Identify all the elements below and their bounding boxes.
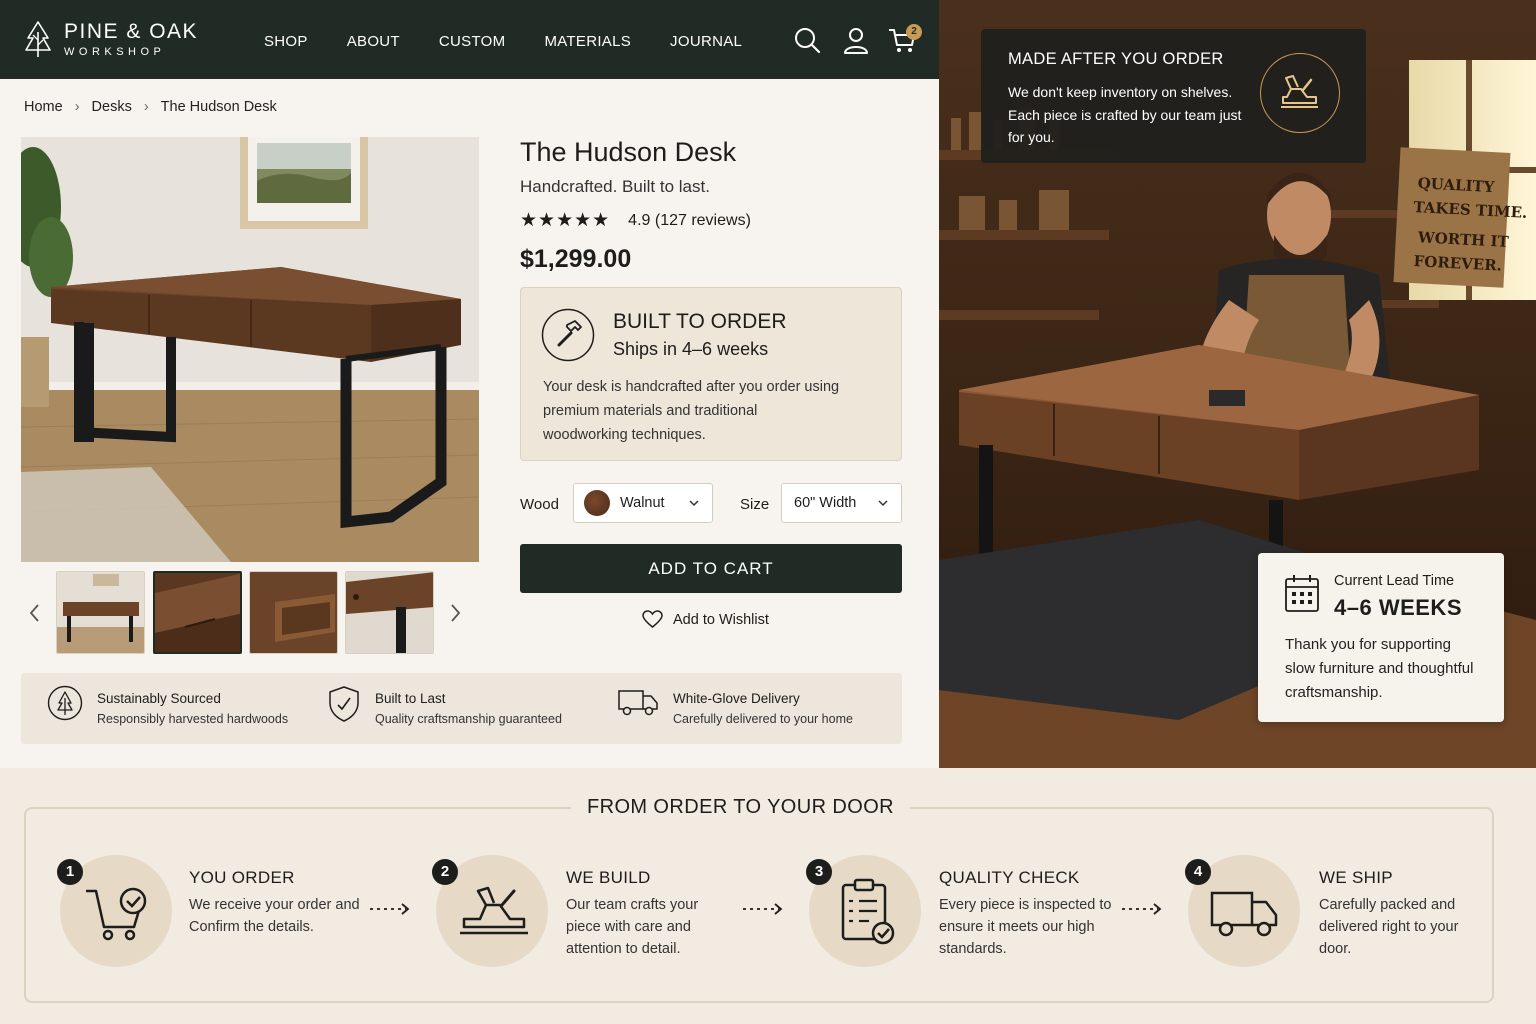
lead-time-message: Thank you for supporting slow furniture … xyxy=(1285,636,1474,701)
add-to-wishlist-link[interactable]: Add to Wishlist xyxy=(642,610,769,629)
chevron-down-icon xyxy=(689,500,699,507)
nav-journal[interactable]: JOURNAL xyxy=(670,33,742,50)
product-price: $1,299.00 xyxy=(520,245,632,273)
brand-name: PINE & OAK xyxy=(64,19,199,43)
made-after-order-card: MADE AFTER YOU ORDER We don't keep inven… xyxy=(981,29,1366,163)
feature-desc: Carefully delivered to your home xyxy=(673,712,853,726)
add-to-cart-button[interactable]: ADD TO CART xyxy=(520,544,902,593)
shield-icon xyxy=(329,686,359,722)
thumbnail-strip xyxy=(21,571,479,655)
step-3-title: QUALITY CHECK xyxy=(939,868,1080,887)
wood-select[interactable]: Walnut xyxy=(573,483,713,523)
breadcrumb-home[interactable]: Home xyxy=(24,99,63,115)
step-1-body: We receive your order and Confirm the de… xyxy=(189,897,360,935)
hand-plane-icon xyxy=(1260,53,1340,133)
star-rating-icon: ★★★★★ xyxy=(520,210,611,231)
dashed-arrow-icon xyxy=(743,903,783,915)
feature-strip: Sustainably Sourced Responsibly harveste… xyxy=(21,673,902,744)
step-4-number: 4 xyxy=(1185,859,1211,885)
size-label: Size xyxy=(740,496,770,513)
rating-text: 4.9 (127 reviews) xyxy=(628,211,751,229)
thumbnail-4[interactable] xyxy=(345,571,434,654)
step-1-number: 1 xyxy=(57,859,83,885)
chevron-down-icon xyxy=(878,500,888,507)
lead-time-label: Current Lead Time xyxy=(1334,573,1455,589)
product-tagline: Handcrafted. Built to last. xyxy=(520,177,710,196)
feature-title: White-Glove Delivery xyxy=(673,691,800,706)
product-section: Home › Desks › The Hudson Desk The Hudso… xyxy=(0,79,939,768)
step-3-number: 3 xyxy=(806,859,832,885)
calendar-icon xyxy=(1285,575,1319,612)
lead-time-card: Current Lead Time 4–6 WEEKS Thank you fo… xyxy=(1258,553,1504,722)
nav-materials[interactable]: MATERIALS xyxy=(544,33,631,50)
built-to-order-title: BUILT TO ORDER xyxy=(613,310,787,333)
ships-in-text: Ships in 4–6 weeks xyxy=(613,339,769,359)
step-2-title: WE BUILD xyxy=(566,868,651,887)
made-after-order-title: MADE AFTER YOU ORDER xyxy=(1008,50,1224,68)
brand-logo[interactable]: PINE & OAK WORKSHOP xyxy=(24,20,198,58)
desk-photo-illustration xyxy=(21,137,479,562)
size-select-value: 60" Width xyxy=(794,495,857,511)
nav-custom[interactable]: CUSTOM xyxy=(439,33,506,50)
feature-built-to-last: Built to Last Quality craftsmanship guar… xyxy=(327,685,562,726)
feature-title: Sustainably Sourced xyxy=(97,691,221,706)
heart-icon xyxy=(642,610,663,628)
lead-time-value: 4–6 WEEKS xyxy=(1334,595,1462,620)
main-nav: SHOP ABOUT CUSTOM MATERIALS JOURNAL xyxy=(264,33,742,50)
made-after-order-body: We don't keep inventory on shelves. Each… xyxy=(1008,84,1242,145)
size-select[interactable]: 60" Width xyxy=(781,483,902,523)
delivery-truck-icon xyxy=(618,690,658,716)
feature-desc: Quality craftsmanship guaranteed xyxy=(375,712,562,726)
step-4-body: Carefully packed and delivered right to … xyxy=(1319,897,1459,957)
breadcrumb-current: The Hudson Desk xyxy=(160,99,277,115)
thumbnail-1[interactable] xyxy=(56,571,145,654)
built-to-order-card: BUILT TO ORDER Ships in 4–6 weeks Your d… xyxy=(520,287,902,461)
process-title: FROM ORDER TO YOUR DOOR xyxy=(571,796,911,819)
account-icon[interactable] xyxy=(842,26,870,54)
product-main-image[interactable] xyxy=(21,137,479,562)
feature-delivery: White-Glove Delivery Carefully delivered… xyxy=(617,685,853,726)
nav-about[interactable]: ABOUT xyxy=(347,33,400,50)
step-2-number: 2 xyxy=(432,859,458,885)
brand-subtitle: WORKSHOP xyxy=(64,45,166,58)
wood-label: Wood xyxy=(520,496,559,513)
feature-desc: Responsibly harvested hardwoods xyxy=(97,712,289,726)
cart-count-badge: 2 xyxy=(906,24,922,40)
breadcrumb: Home › Desks › The Hudson Desk xyxy=(24,99,277,115)
chevron-left-icon[interactable] xyxy=(25,601,45,625)
site-header: PINE & OAK WORKSHOP SHOP ABOUT CUSTOM MA… xyxy=(0,0,939,79)
dashed-arrow-icon xyxy=(370,903,410,915)
pine-tree-icon xyxy=(25,21,51,57)
step-2-body: Our team crafts your piece with care and… xyxy=(566,897,699,957)
product-title: The Hudson Desk xyxy=(520,137,737,167)
hammer-icon xyxy=(541,308,595,362)
breadcrumb-chevron-icon: › xyxy=(74,99,80,115)
tree-icon xyxy=(47,685,83,721)
step-4-title: WE SHIP xyxy=(1319,868,1393,887)
breadcrumb-chevron-icon: › xyxy=(143,99,149,115)
wood-select-value: Walnut xyxy=(620,495,665,511)
breadcrumb-desks[interactable]: Desks xyxy=(92,99,132,115)
thumbnail-3[interactable] xyxy=(249,571,338,654)
step-1-title: YOU ORDER xyxy=(189,868,295,887)
product-rating[interactable]: ★★★★★ 4.9 (127 reviews) xyxy=(520,209,751,232)
built-to-order-description: Your desk is handcrafted after you order… xyxy=(543,379,840,443)
nav-shop[interactable]: SHOP xyxy=(264,33,308,50)
feature-sustainable: Sustainably Sourced Responsibly harveste… xyxy=(47,685,288,726)
walnut-swatch-icon xyxy=(584,490,610,516)
step-3-body: Every piece is inspected to ensure it me… xyxy=(939,897,1112,957)
thumbnail-2[interactable] xyxy=(153,571,242,654)
dashed-arrow-icon xyxy=(1122,903,1162,915)
chevron-right-icon[interactable] xyxy=(445,601,465,625)
feature-title: Built to Last xyxy=(375,691,446,706)
wishlist-label: Add to Wishlist xyxy=(673,611,769,628)
search-icon[interactable] xyxy=(793,26,821,54)
